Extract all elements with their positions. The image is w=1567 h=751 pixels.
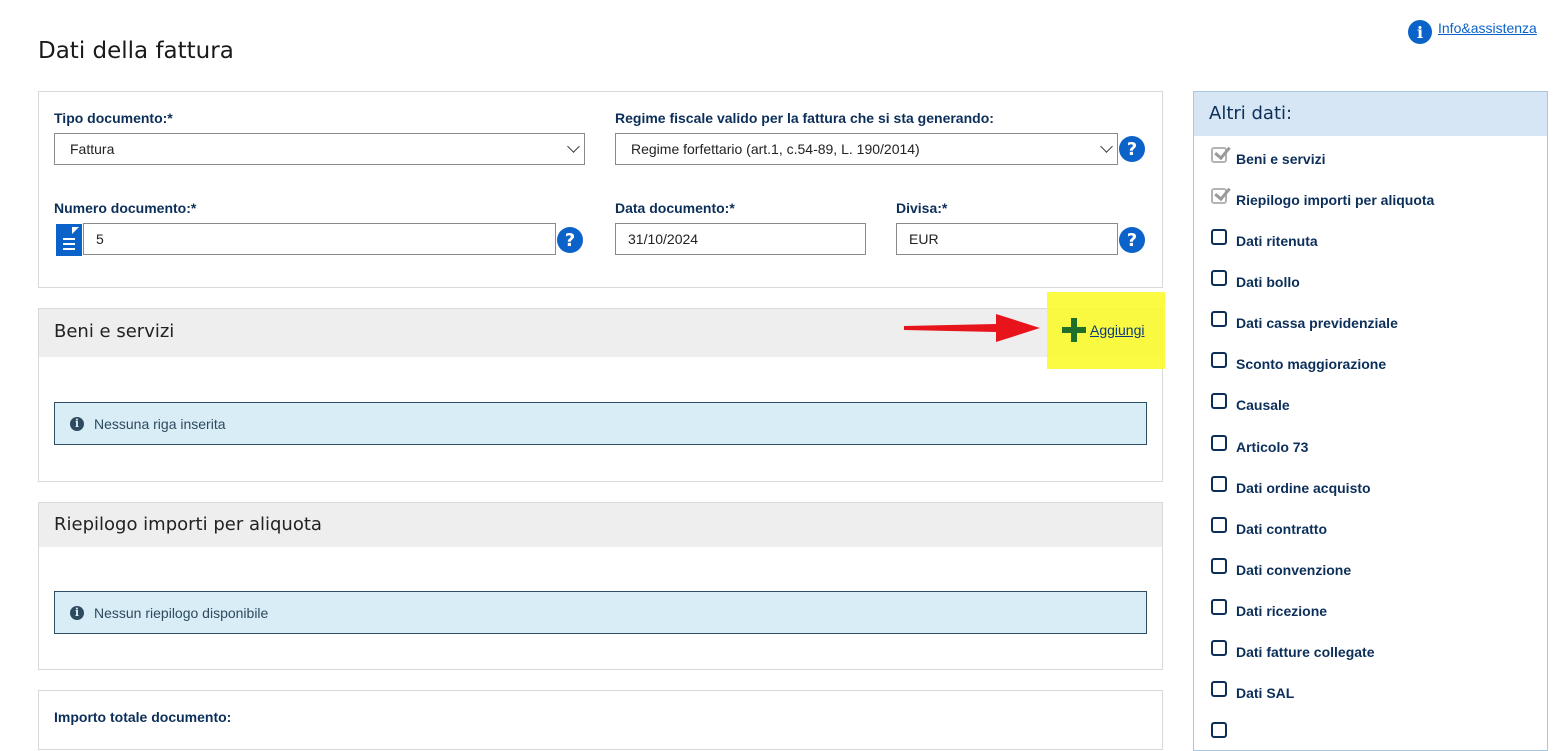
sidebar-item-dati-bollo[interactable]: Dati bollo [1211,270,1300,290]
sidebar-item-fatture-collegate[interactable]: Dati fatture collegate [1211,640,1374,660]
page-title: Dati della fattura [38,38,234,64]
riepilogo-title: Riepilogo importi per aliquota [39,503,1162,547]
numero-documento-input[interactable]: 5 [83,223,556,255]
altri-dati-title: Altri dati: [1194,92,1547,136]
sidebar-item-label: Beni e servizi [1236,151,1326,167]
sidebar-item-label: Dati ordine acquisto [1236,480,1371,496]
info-circle-icon: i [70,605,84,620]
checkbox-checked[interactable] [1211,188,1227,204]
sidebar-item-dati-ricezione[interactable]: Dati ricezione [1211,599,1327,619]
altri-dati-sidebar: Altri dati: Beni e servizi Riepilogo imp… [1193,91,1548,751]
checkbox[interactable] [1211,722,1227,738]
help-icon[interactable]: ? [1119,227,1145,253]
sidebar-item-label: Dati convenzione [1236,562,1352,578]
sidebar-item-ordine-acquisto[interactable]: Dati ordine acquisto [1211,476,1371,496]
checkbox[interactable] [1211,640,1227,656]
sidebar-item-label: Dati ricezione [1236,603,1328,619]
sidebar-item-dati-ritenuta[interactable]: Dati ritenuta [1211,229,1318,249]
riepilogo-panel: Riepilogo importi per aliquota [38,502,1163,670]
sidebar-item-label: Dati bollo [1236,274,1300,290]
sidebar-item-label: Riepilogo importi per aliquota [1236,192,1435,208]
regime-fiscale-label: Regime fiscale valido per la fattura che… [615,110,994,126]
sidebar-item-sconto-maggiorazione[interactable]: Sconto maggiorazione [1211,352,1386,372]
sidebar-item-dati-sal[interactable]: Dati SAL [1211,681,1294,701]
regime-fiscale-value: Regime forfettario (art.1, c.54-89, L. 1… [631,141,920,157]
red-arrow-annotation [904,314,1040,342]
sidebar-item-label: Articolo 73 [1236,439,1309,455]
sidebar-item-label: Sconto maggiorazione [1236,356,1387,372]
importo-totale-label: Importo totale documento: [54,709,232,725]
help-icon[interactable]: ? [557,227,583,253]
checkbox[interactable] [1211,229,1227,245]
tipo-documento-select[interactable]: Fattura [54,133,585,165]
checkbox-checked[interactable] [1211,147,1227,163]
beni-servizi-empty-text: Nessuna riga inserita [94,415,226,432]
chevron-down-icon [1100,140,1113,153]
divisa-value: EUR [909,231,939,247]
checkbox[interactable] [1211,311,1227,327]
data-documento-label: Data documento:* [615,200,735,216]
divisa-label: Divisa:* [896,200,948,216]
sidebar-item-label: Dati contratto [1236,521,1327,537]
sidebar-item-causale[interactable]: Causale [1211,393,1290,413]
sidebar-item-cassa-previdenziale[interactable]: Dati cassa previdenziale [1211,311,1398,331]
sidebar-item-beni-servizi[interactable]: Beni e servizi [1211,147,1326,167]
checkbox[interactable] [1211,558,1227,574]
checkbox[interactable] [1211,517,1227,533]
aggiungi-button[interactable]: Aggiungi [1062,318,1145,342]
riepilogo-empty-text: Nessun riepilogo disponibile [94,604,269,621]
divisa-input[interactable]: EUR [896,223,1118,255]
numero-documento-label: Numero documento:* [54,200,197,216]
data-documento-input[interactable]: 31/10/2024 [615,223,866,255]
aggiungi-label[interactable]: Aggiungi [1090,322,1145,338]
info-icon: i [1408,20,1432,44]
document-data-panel [38,91,1163,288]
sidebar-item-articolo-73[interactable]: Articolo 73 [1211,435,1308,455]
riepilogo-empty-alert: i Nessun riepilogo disponibile [54,591,1147,634]
sidebar-item-dati-convenzione[interactable]: Dati convenzione [1211,558,1351,578]
info-assistenza-label[interactable]: Info&assistenza [1438,20,1537,36]
checkbox[interactable] [1211,352,1227,368]
chevron-down-icon [567,140,580,153]
sidebar-item-cutoff[interactable] [1211,722,1236,738]
sidebar-item-label: Dati fatture collegate [1236,644,1375,660]
sidebar-item-label: Causale [1236,397,1290,413]
help-icon[interactable]: ? [1119,136,1145,162]
beni-servizi-empty-alert: i Nessuna riga inserita [54,402,1147,445]
info-assistenza-link[interactable]: i Info&assistenza [1408,20,1537,44]
sidebar-item-riepilogo[interactable]: Riepilogo importi per aliquota [1211,188,1434,208]
regime-fiscale-select[interactable]: Regime forfettario (art.1, c.54-89, L. 1… [615,133,1118,165]
sidebar-item-dati-contratto[interactable]: Dati contratto [1211,517,1327,537]
numero-documento-value: 5 [96,231,104,247]
document-icon[interactable] [56,224,82,256]
info-circle-icon: i [70,416,84,431]
data-documento-value: 31/10/2024 [628,231,699,247]
tipo-documento-label: Tipo documento:* [54,110,173,126]
plus-icon [1062,318,1086,342]
sidebar-item-label: Dati SAL [1236,685,1295,701]
sidebar-item-label: Dati ritenuta [1236,233,1318,249]
checkbox[interactable] [1211,270,1227,286]
checkbox[interactable] [1211,393,1227,409]
checkbox[interactable] [1211,435,1227,451]
checkbox[interactable] [1211,599,1227,615]
checkbox[interactable] [1211,476,1227,492]
tipo-documento-value: Fattura [70,141,115,157]
sidebar-item-label: Dati cassa previdenziale [1236,315,1398,331]
checkbox[interactable] [1211,681,1227,697]
